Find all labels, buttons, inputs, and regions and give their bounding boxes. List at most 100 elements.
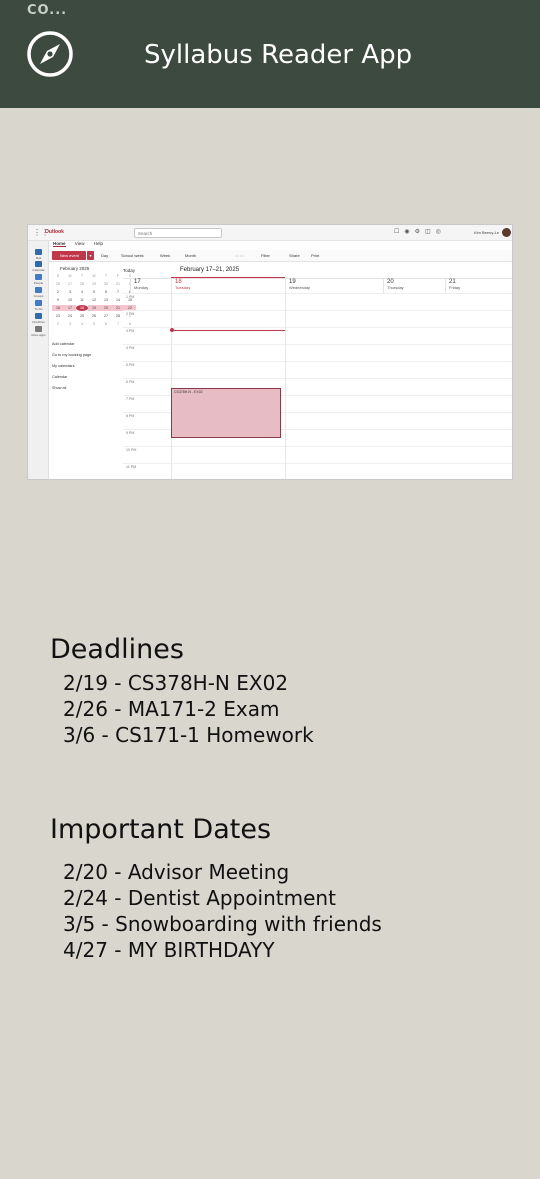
rail-people: People (28, 274, 49, 285)
mini-calendar-day: 24 (68, 314, 72, 318)
mini-calendar-day: 26 (56, 282, 60, 286)
user-name: Kim Beeny-Le (474, 230, 500, 235)
print-button: Print (311, 253, 320, 258)
app-header: Syllabus Reader App (0, 22, 540, 108)
mini-calendar-day: 4 (81, 290, 83, 294)
mini-calendar-day: 28 (80, 282, 84, 286)
day-header: 19 Wednesday (285, 279, 383, 293)
avatar (502, 228, 511, 237)
day-view-button: Day (101, 253, 109, 258)
month-button: Month (185, 253, 197, 258)
mini-calendar-day: 6 (105, 290, 107, 294)
new-event-dropdown: ▾ (87, 251, 94, 260)
filter-button: Filter (261, 253, 270, 258)
hour-label: 6 PM (126, 380, 135, 384)
tab-help: Help (93, 241, 103, 246)
mini-calendar-day: 16 (52, 305, 64, 311)
mini-calendar-day: 27 (68, 282, 72, 286)
rail-onedrive: OneDrive (28, 313, 49, 324)
mini-calendar-day: 2 (57, 290, 59, 294)
hour-label: 7 PM (126, 397, 135, 401)
current-time-dot (170, 328, 174, 332)
hour-label: 3 PM (126, 329, 135, 333)
hour-label: 8 PM (126, 414, 135, 418)
school-week-button: School week (121, 253, 144, 258)
hour-row: 1 PM (123, 293, 512, 310)
hour-label: 11 PM (126, 465, 137, 469)
hour-row: 4 PM (123, 344, 512, 361)
mini-calendar-day: 18 (76, 305, 88, 311)
column-divider (171, 279, 172, 479)
mini-calendar-day: 27 (104, 314, 108, 318)
new-event-button: New event (52, 251, 86, 260)
left-rail: Mail Calendar People Groups To Do OneDri… (28, 241, 49, 479)
rail-groups: Groups (28, 287, 49, 298)
weekday-label: W (92, 274, 96, 278)
compass-icon[interactable] (26, 30, 74, 78)
mini-calendar-day: 29 (92, 282, 96, 286)
day-header: 17 Monday (130, 279, 171, 293)
ribbon-tabs: Home View Help (53, 241, 111, 250)
deadlines-title: Deadlines (50, 634, 184, 665)
tab-home: Home (53, 241, 66, 247)
status-text: CO... (27, 3, 68, 18)
app-title: Syllabus Reader App (144, 40, 413, 70)
mini-calendar-day: 5 (93, 290, 95, 294)
hour-row: 2 PM (123, 310, 512, 327)
important-date-item: 3/5 - Snowboarding with friends (63, 912, 382, 936)
rail-todo: To Do (28, 300, 49, 311)
hour-row: 11 PM (123, 463, 512, 479)
mini-calendar-day: 3 (69, 290, 71, 294)
rail-mail: Mail (28, 249, 49, 260)
mini-calendar-day: 25 (80, 314, 84, 318)
hour-label: 4 PM (126, 346, 135, 350)
rail-calendar: Calendar (28, 261, 49, 272)
today-button: Today (123, 268, 136, 273)
deadline-item: 2/26 - MA171-2 Exam (63, 697, 280, 721)
hour-label: 5 PM (126, 363, 135, 367)
outlook-brand: Outlook (45, 229, 64, 235)
mini-calendar-day: 12 (92, 298, 96, 302)
current-time-line (171, 330, 285, 331)
weekday-label: T (104, 274, 108, 278)
weekday-label: T (80, 274, 84, 278)
day-header: 18 Tuesday (171, 279, 285, 293)
mini-calendar-day: 11 (80, 298, 84, 302)
important-dates-title: Important Dates (50, 814, 272, 845)
mini-calendar-day: 6 (105, 322, 107, 326)
mini-calendar-day: 30 (104, 282, 108, 286)
toolbar-icons: ☐◉⚙◫◎ (394, 229, 446, 235)
deadline-item: 3/6 - CS171-1 Homework (63, 723, 314, 747)
mini-calendar-day: 17 (64, 305, 76, 311)
split-view-button: ▭ ▭ (235, 253, 244, 258)
date-range: February 17–21, 2025 (180, 267, 240, 273)
weekday-label: S (56, 274, 60, 278)
hour-label: 9 PM (126, 431, 135, 435)
mini-calendar-day: 10 (68, 298, 72, 302)
deadline-item: 2/19 - CS378H-N EX02 (63, 671, 289, 695)
weekday-label: M (68, 274, 72, 278)
hour-label: 10 PM (126, 448, 137, 452)
column-divider (285, 279, 286, 479)
calendar-screenshot: ⋮⋮ Outlook Search ☐◉⚙◫◎ Kim Beeny-Le Mai… (27, 224, 513, 480)
mini-calendar-day: 20 (100, 305, 112, 311)
calendar-event: CS378H-N - EX02 (171, 388, 281, 438)
important-date-item: 4/27 - MY BIRTHDAYY (63, 938, 275, 962)
share-button: Share (289, 253, 300, 258)
hour-grid: 1 PM 2 PM 3 PM 4 PM 5 PM 6 PM 7 PM 8 PM 9 PM 10 P… (123, 293, 512, 479)
ribbon: New event ▾ Day School week Week Month ▭… (49, 250, 512, 262)
mini-calendar-day: 9 (57, 298, 59, 302)
rail-more-apps: More apps (28, 326, 49, 337)
mini-calendar-day: 31 (116, 282, 120, 286)
mini-calendar-day: 26 (92, 314, 96, 318)
mini-calendar-day: 2 (57, 322, 59, 326)
hour-label: 1 PM (126, 295, 135, 299)
search-input: Search (134, 228, 222, 238)
mini-calendar-day: 23 (56, 314, 60, 318)
mini-calendar-day: 13 (104, 298, 108, 302)
hour-row: 10 PM (123, 446, 512, 463)
hour-label: 2 PM (126, 312, 135, 316)
hour-row: 5 PM (123, 361, 512, 378)
mini-calendar-day: 19 (88, 305, 100, 311)
important-date-item: 2/20 - Advisor Meeting (63, 860, 290, 884)
